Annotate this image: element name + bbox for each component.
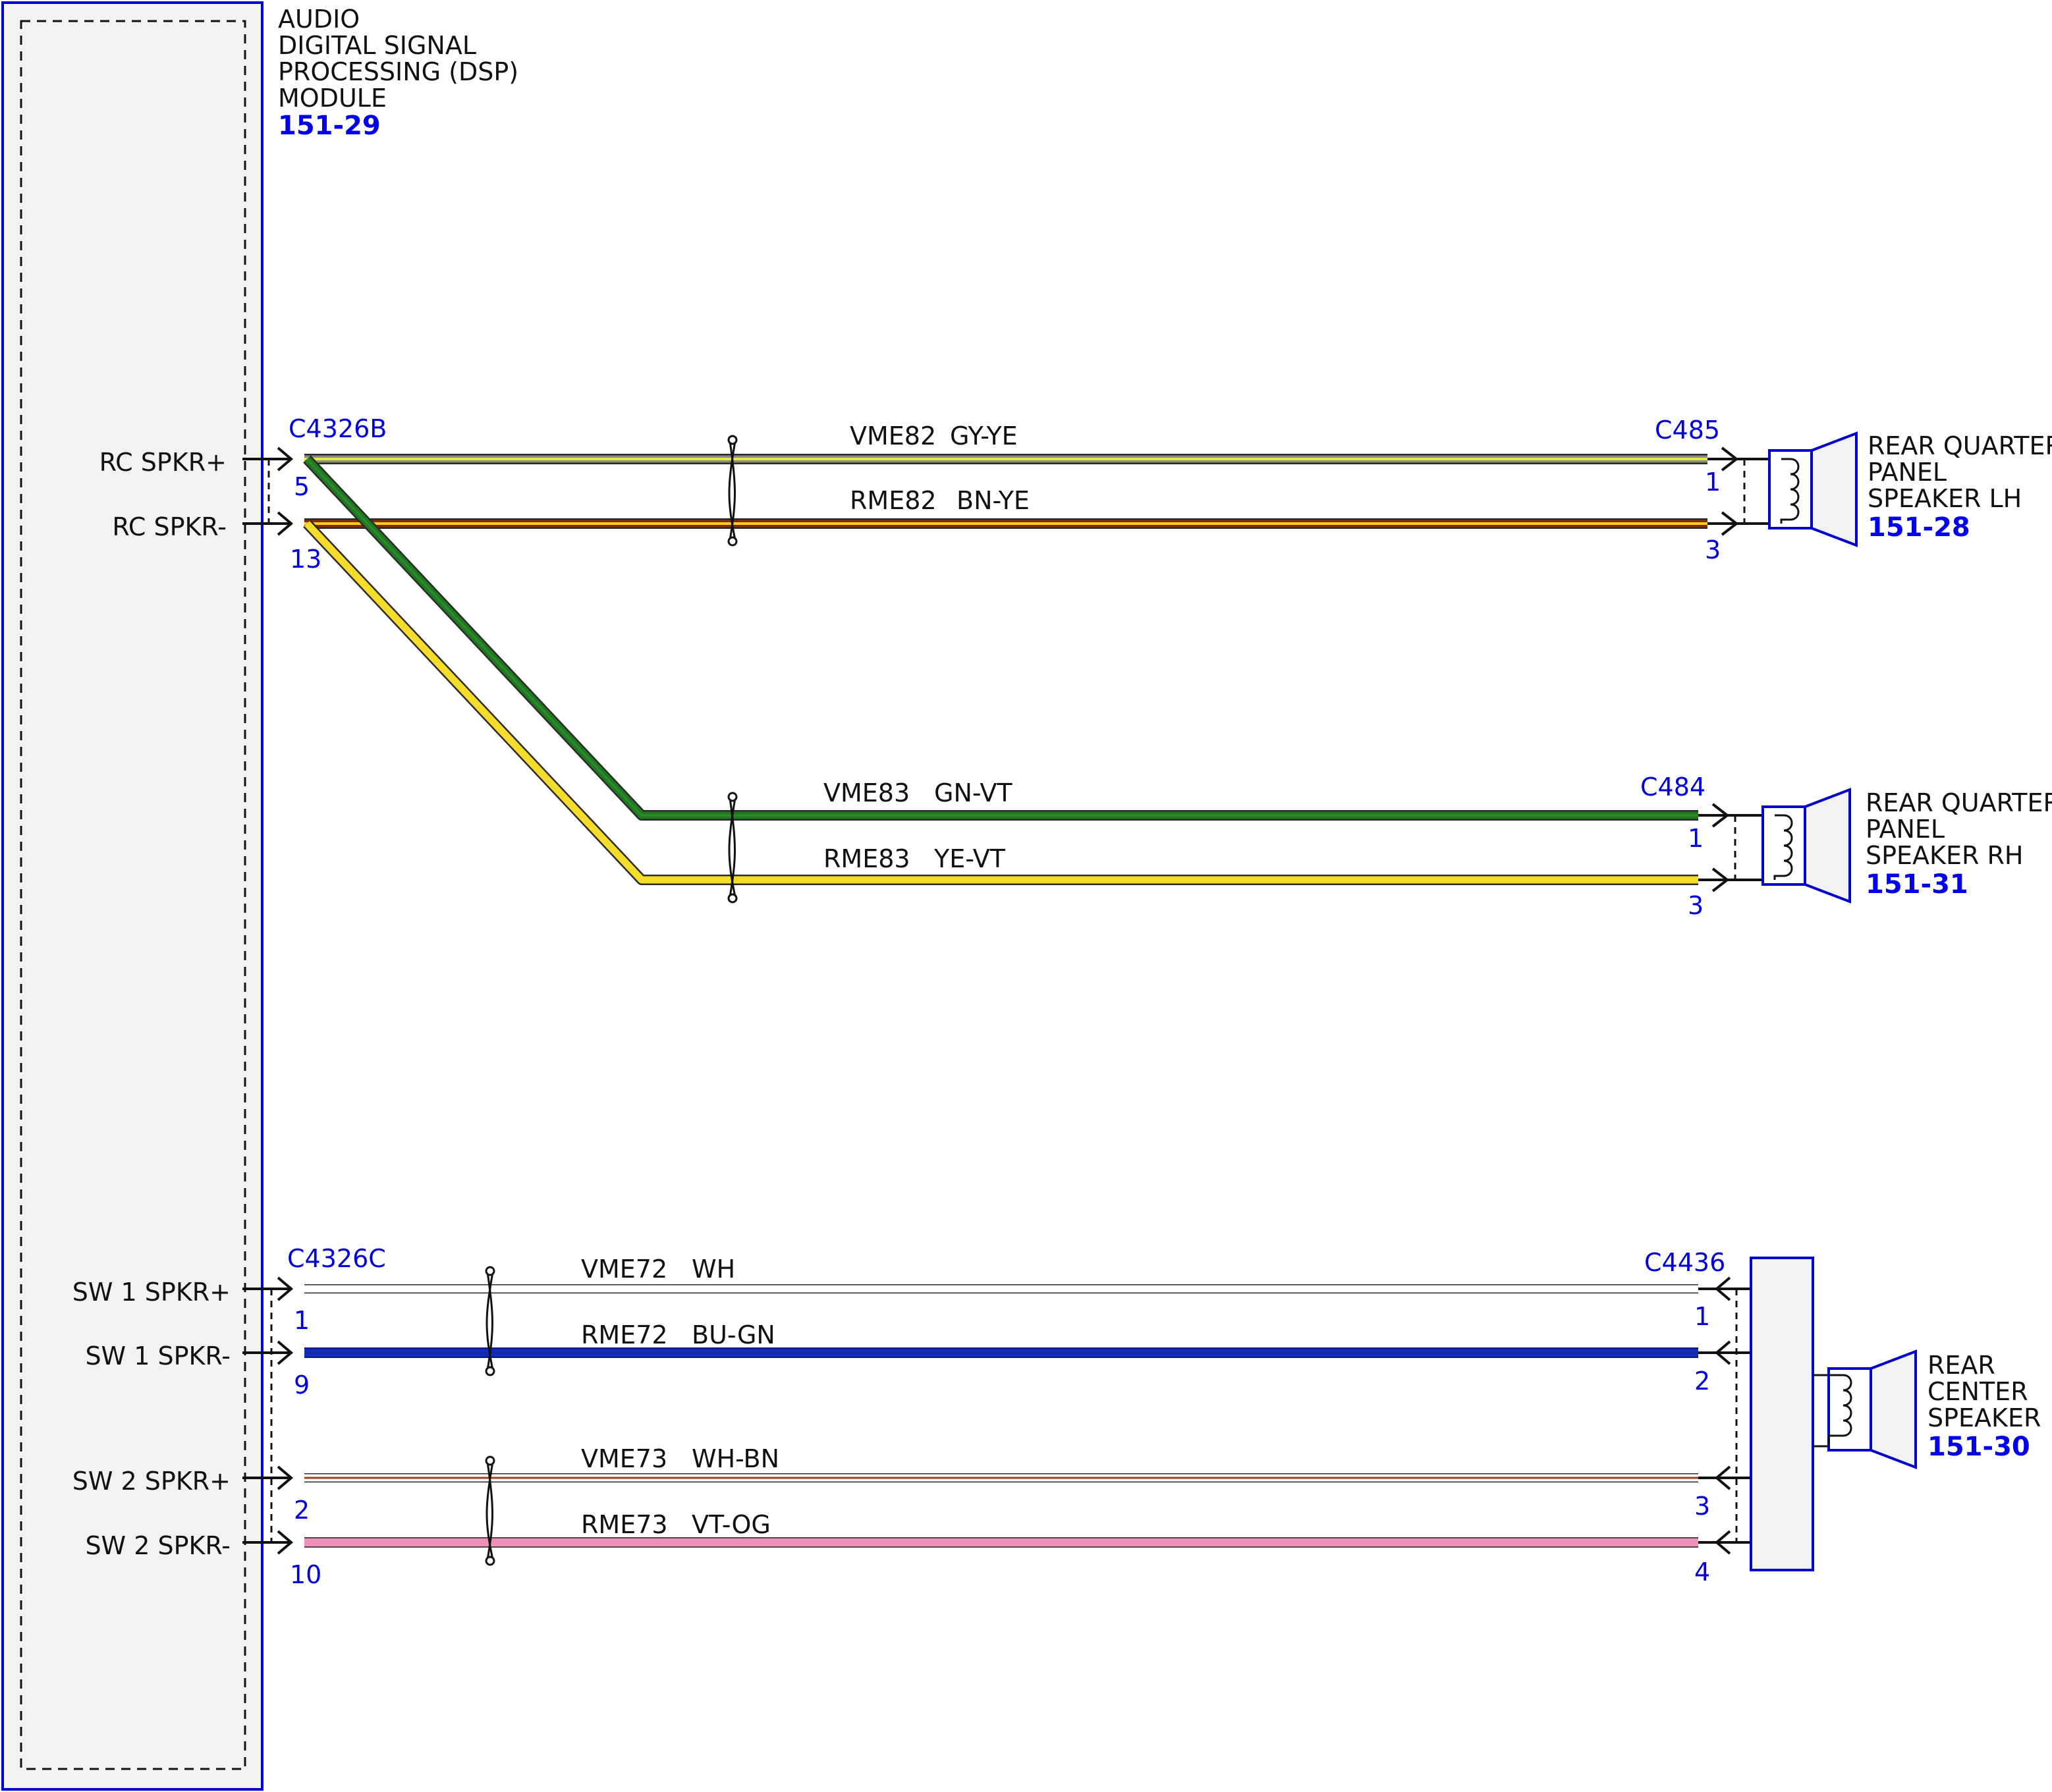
connector-c4436-pin-3: 3	[1694, 1492, 1710, 1521]
pin-label-rc-spkr-pos: RC SPKR+	[99, 448, 227, 477]
module-outline	[1, 1, 263, 1791]
connector-c485-pin-3: 3	[1705, 535, 1721, 564]
wire-label-vme82-color: GY-YE	[950, 421, 1018, 450]
wire-label-vme72-circuit: VME72	[581, 1255, 667, 1284]
module-title: AUDIO DIGITAL SIGNAL PROCESSING (DSP) MO…	[278, 5, 518, 141]
connector-c485: C485 1 3	[1655, 416, 1769, 564]
wire-label-rme82-circuit: RME82	[850, 486, 937, 515]
connector-c4326b-name: C4326B	[289, 414, 387, 443]
speaker-rh-label-3: SPEAKER RH	[1866, 841, 2023, 870]
connector-c4436-name: C4436	[1644, 1248, 1725, 1277]
speaker-rh: REAR QUARTER PANEL SPEAKER RH 151-31	[1761, 788, 2052, 904]
pin-label-sw1-spkr-neg: SW 1 SPKR-	[85, 1342, 231, 1371]
speaker-lh: REAR QUARTER PANEL SPEAKER LH 151-28	[1768, 431, 2052, 547]
twist-marker-pair-72	[485, 1266, 495, 1376]
pin-label-sw2-spkr-pos: SW 2 SPKR+	[72, 1467, 231, 1496]
wire-label-vme82-circuit: VME82	[850, 421, 936, 450]
connector-c4326c-pin-1: 1	[294, 1306, 310, 1335]
connector-c4326c-name: C4326C	[287, 1244, 386, 1273]
connector-c484-pin-1: 1	[1688, 824, 1704, 853]
wire-label-vme73-circuit: VME73	[581, 1444, 667, 1473]
speaker-rh-label-2: PANEL	[1866, 815, 1945, 844]
module-title-line-3: PROCESSING (DSP)	[278, 57, 518, 86]
wire-label-vme73-color: WH-BN	[692, 1444, 779, 1473]
connector-c4436-pin-4: 4	[1694, 1558, 1710, 1587]
speaker-center-label-3: SPEAKER	[1927, 1403, 2041, 1432]
speaker-center-module-box	[1750, 1257, 1814, 1571]
twist-markers	[485, 435, 738, 1566]
connector-c4326c-pin-2: 2	[294, 1496, 310, 1525]
connector-c4326c-pin-9: 9	[294, 1371, 310, 1399]
wire-label-rme83-color: YE-VT	[933, 844, 1006, 873]
connector-c4436-pin-2: 2	[1694, 1367, 1710, 1396]
dsp-module	[1, 1, 263, 1791]
wire-label-vme83-color: GN-VT	[934, 778, 1012, 807]
wire-labels: VME82 GY-YE RME82 BN-YE VME83 GN-VT RME8…	[581, 421, 1030, 1539]
module-title-line-4: MODULE	[278, 84, 387, 113]
connector-c4436-pin-1: 1	[1694, 1302, 1710, 1331]
wire-rme83	[303, 520, 1698, 885]
twist-marker-pair-73	[485, 1455, 495, 1566]
twist-marker-pair-82	[727, 435, 738, 547]
speaker-rh-icon	[1761, 788, 1851, 904]
pin-label-sw1-spkr-pos: SW 1 SPKR+	[72, 1278, 231, 1307]
speaker-center-label-1: REAR	[1927, 1351, 1995, 1380]
wiring-diagram: AUDIO DIGITAL SIGNAL PROCESSING (DSP) MO…	[1, 1, 2052, 1791]
wire-label-rme73-color: VT-OG	[692, 1510, 771, 1539]
connector-c4326b-pin-13: 13	[290, 545, 321, 574]
wire-label-rme73-circuit: RME73	[581, 1510, 668, 1539]
twist-marker-pair-83	[727, 792, 738, 904]
connector-c484: C484 1 3	[1640, 773, 1763, 920]
speaker-rh-label-1: REAR QUARTER	[1866, 788, 2052, 817]
connector-c4436: C4436 1 2 3 4	[1644, 1248, 1751, 1587]
connector-c484-pin-3: 3	[1688, 891, 1704, 920]
connector-c4326c-pin-10: 10	[290, 1560, 321, 1589]
wire-label-vme72-color: WH	[692, 1255, 735, 1284]
speaker-lh-ref: 151-28	[1868, 512, 1970, 543]
pin-label-sw2-spkr-neg: SW 2 SPKR-	[85, 1531, 231, 1560]
connector-c4326b-pin-5: 5	[294, 472, 310, 501]
module-title-line-1: AUDIO	[278, 5, 360, 34]
module-ref: 151-29	[278, 111, 381, 141]
module-title-line-2: DIGITAL SIGNAL	[278, 31, 476, 60]
wire-label-rme72-color: BU-GN	[692, 1320, 775, 1349]
speaker-lh-label-2: PANEL	[1868, 458, 1947, 487]
pin-label-rc-spkr-neg: RC SPKR-	[112, 512, 227, 541]
wire-label-rme83-circuit: RME83	[823, 844, 910, 873]
wire-label-vme83-circuit: VME83	[823, 778, 910, 807]
connector-c484-name: C484	[1640, 773, 1705, 801]
speaker-lh-icon	[1768, 431, 1858, 547]
wire-label-rme82-color: BN-YE	[957, 486, 1030, 515]
speaker-lh-label-3: SPEAKER LH	[1868, 484, 2022, 513]
speaker-rh-ref: 151-31	[1866, 869, 1968, 900]
wire-label-rme72-circuit: RME72	[581, 1320, 668, 1349]
connector-c485-name: C485	[1655, 416, 1720, 445]
speaker-center-icon	[1813, 1349, 1917, 1469]
speaker-center-ref: 151-30	[1927, 1432, 2030, 1462]
speaker-lh-label-1: REAR QUARTER	[1868, 431, 2052, 460]
connector-c485-pin-1: 1	[1705, 468, 1721, 497]
speaker-center: REAR CENTER SPEAKER 151-30	[1750, 1257, 2041, 1571]
speaker-center-label-2: CENTER	[1927, 1377, 2028, 1406]
